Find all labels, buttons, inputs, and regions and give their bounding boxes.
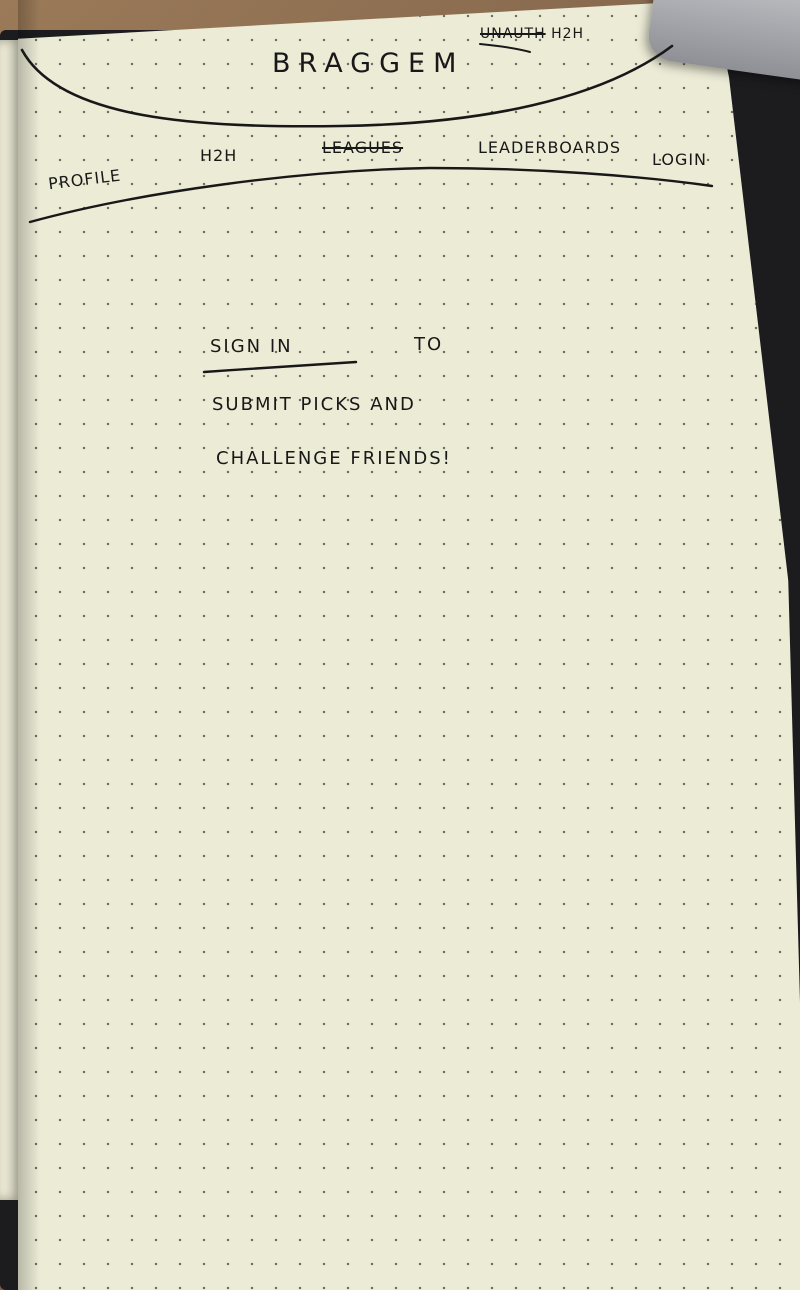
- corner-note-struck: UNAUTH: [480, 26, 546, 42]
- corner-note: UNAUTH H2H: [480, 26, 584, 42]
- nav-item-login[interactable]: LOGIN: [652, 150, 707, 169]
- nav-item-leaderboards[interactable]: LEADERBOARDS: [478, 138, 621, 157]
- sign-in-suffix: TO: [414, 334, 444, 355]
- prompt-line-3: CHALLENGE FRIENDS!: [216, 448, 452, 469]
- nav-item-h2h[interactable]: H2H: [200, 146, 237, 165]
- photo-scene: BRAGGEM UNAUTH H2H PROFILE H2H LEAGUES L…: [0, 0, 800, 1290]
- sign-in-link[interactable]: SIGN IN: [210, 336, 293, 357]
- prompt-line-2: SUBMIT PICKS AND: [212, 394, 416, 415]
- corner-note-text: H2H: [551, 26, 585, 42]
- nav-item-leagues[interactable]: LEAGUES: [322, 138, 403, 157]
- brand-title: BRAGGEM: [272, 48, 465, 79]
- dotted-paper-page: [18, 0, 800, 1290]
- notebook-left-page: [0, 40, 20, 1200]
